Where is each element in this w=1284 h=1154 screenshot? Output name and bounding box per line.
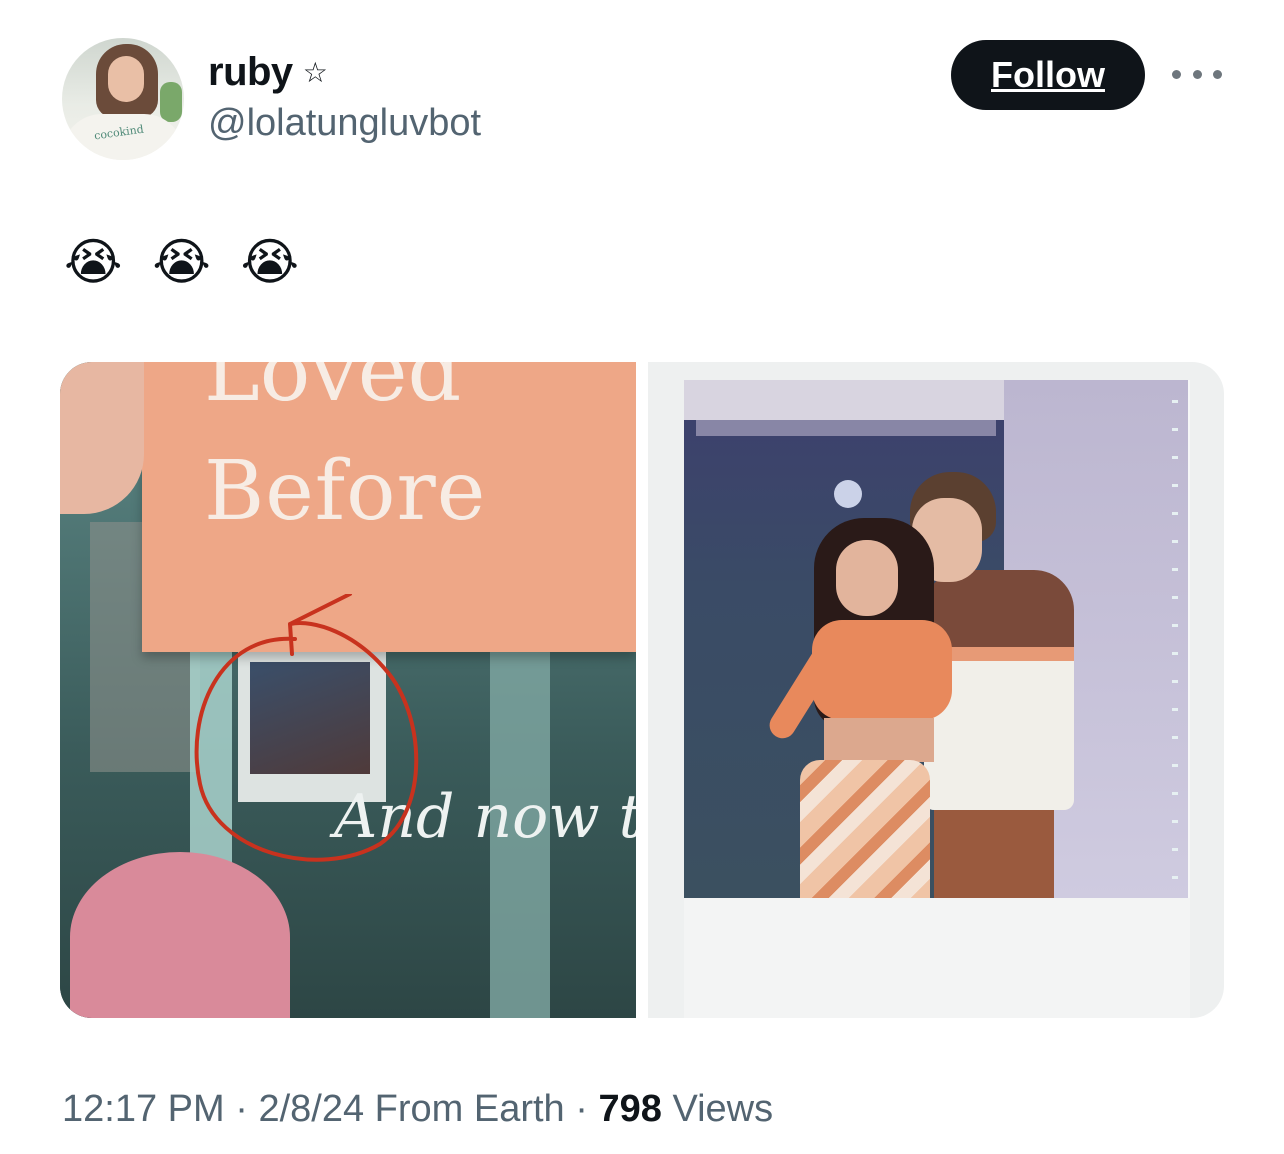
red-circle-annotation <box>194 594 419 862</box>
avatar-face <box>108 56 144 102</box>
avatar-plant <box>160 82 182 122</box>
display-name[interactable]: ruby ☆ <box>208 50 328 95</box>
tweet-meta: 12:17 PM · 2/8/24 From Earth · 798 Views <box>62 1088 773 1131</box>
more-dot <box>1192 69 1202 79</box>
meta-separator: · <box>564 1088 599 1130</box>
tweet-media: And now t Loved Before <box>60 362 1224 1018</box>
user-handle[interactable]: @lolatungluvbot <box>208 102 481 145</box>
tweet-location: From Earth <box>364 1088 565 1130</box>
pp-disco-ball <box>834 480 862 508</box>
media-photo-right[interactable] <box>648 362 1224 1018</box>
tweet-time[interactable]: 12:17 PM <box>62 1088 225 1130</box>
more-horizontal-icon[interactable] <box>1172 52 1222 96</box>
views-label: Views <box>661 1088 774 1130</box>
pp-woman-face <box>836 540 898 616</box>
book-title-partial: Loved <box>204 362 462 420</box>
pp-woman-pants <box>800 760 930 898</box>
media-photo-left[interactable]: And now t Loved Before <box>60 362 636 1018</box>
polaroid-bottom <box>684 898 1190 1018</box>
tweet-date[interactable]: 2/8/24 <box>258 1088 364 1130</box>
more-dot <box>1172 69 1181 79</box>
meta-separator: · <box>224 1088 259 1130</box>
pp-woman-top <box>812 620 952 720</box>
pp-woman-midriff <box>824 718 934 762</box>
book-title-before: Before <box>204 444 487 539</box>
more-dot <box>1213 69 1222 79</box>
avatar[interactable]: cocokind <box>62 38 184 160</box>
polaroid-photo <box>684 380 1188 898</box>
pp-man-pants <box>934 810 1054 898</box>
views-count[interactable]: 798 <box>598 1088 661 1130</box>
display-name-text: ruby <box>208 50 293 94</box>
pp-door <box>696 420 996 436</box>
tweet-text: 😭 😭 😭 <box>64 234 308 290</box>
pp-string-lights <box>1172 400 1178 880</box>
follow-button[interactable]: Follow <box>951 40 1145 110</box>
star-icon: ☆ <box>302 57 328 88</box>
